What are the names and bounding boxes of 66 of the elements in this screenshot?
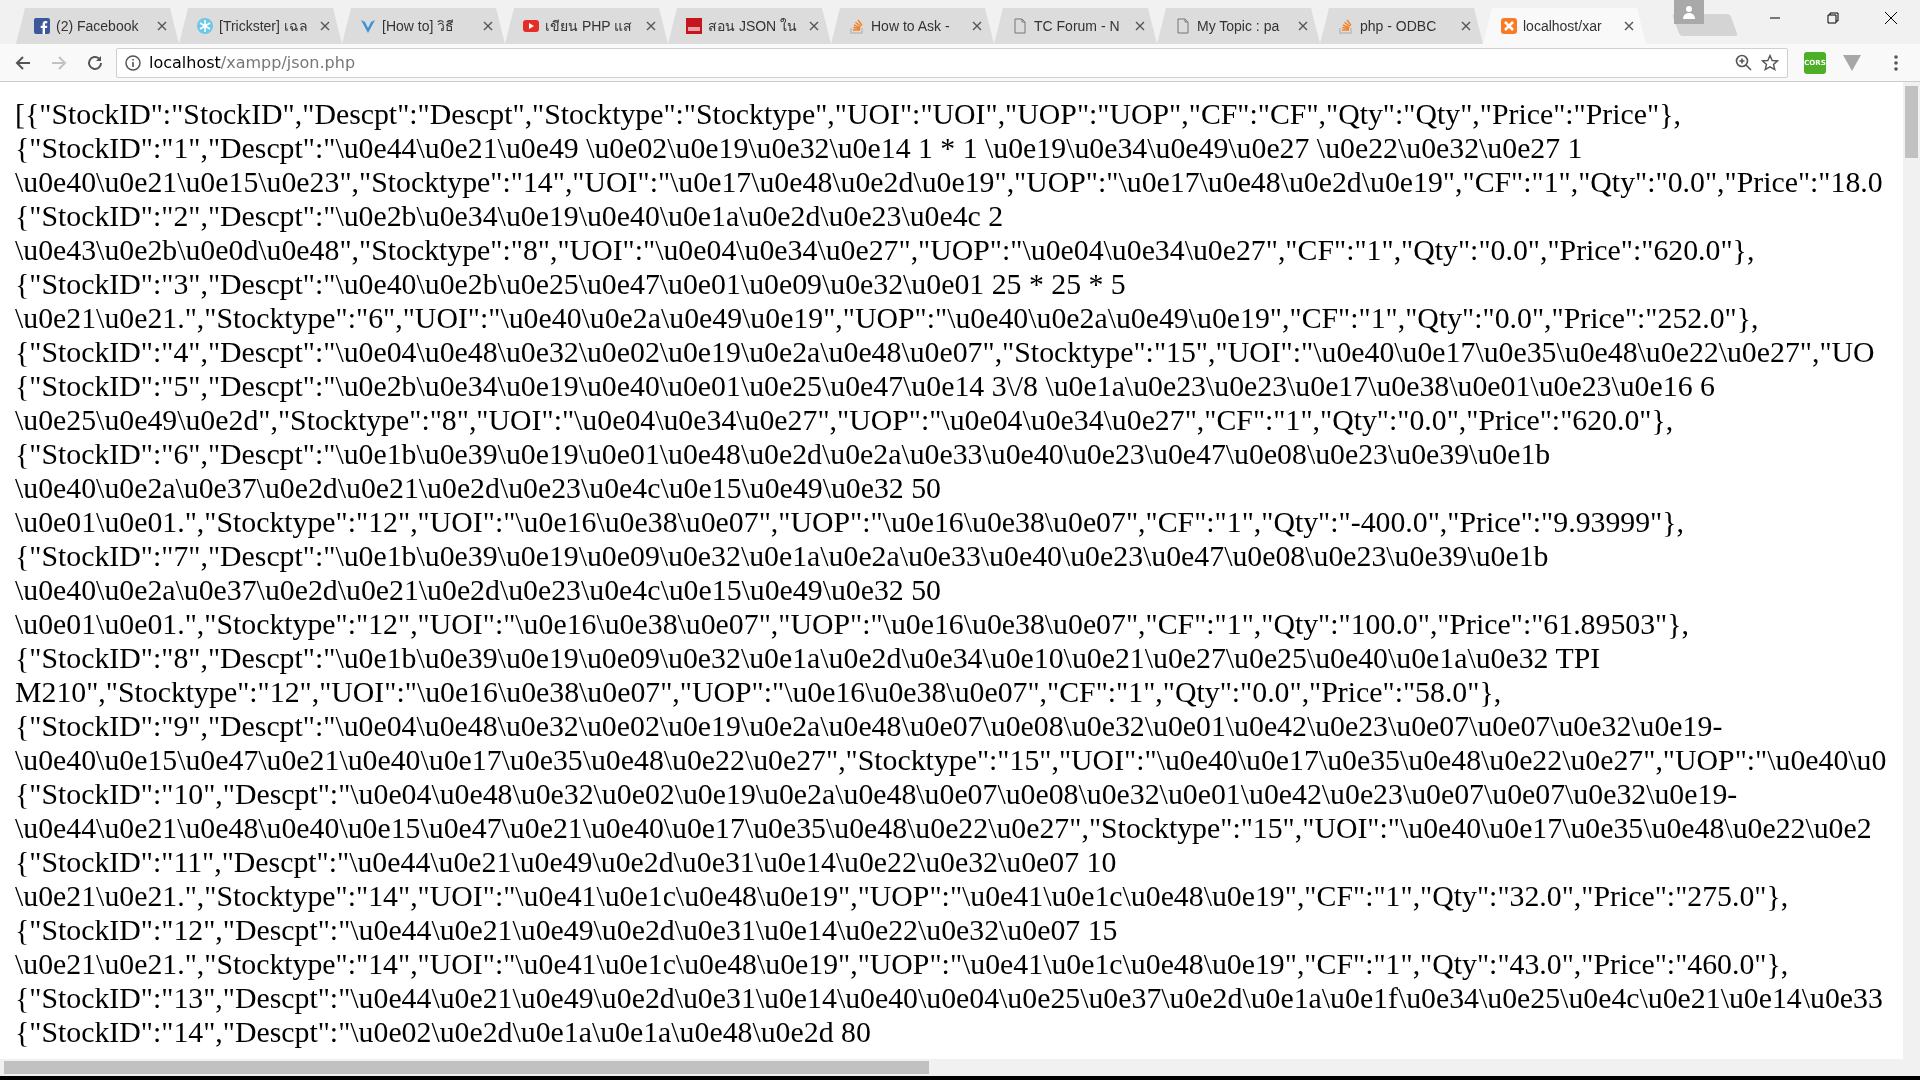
tab-title: localhost/xar [1523, 18, 1603, 34]
json-text-line: {"StockID":"5","Descpt":"\u0e2b\u0e34\u0e19\u0e40\u0e01\u0e25\u0e47\u0e14 3\/8 \u0e1a\u0e23\u0e23\u0e17\u0e38\u0e01\u0e23\u0e16 6 [15, 369, 1716, 403]
json-text-line: \u0e21\u0e21.","Stocktype":"14","UOI":"\u0e41\u0e1c\u0e48\u0e19","UOP":"\u0e41\u0e1c\u0e48\u0e19","CF":"1","Qty":"32.0","Price":"275.0"}, [15, 879, 1790, 913]
tab-title: สอน JSON ใน [708, 17, 799, 36]
json-text-line: \u0e44\u0e21\u0e48\u0e40\u0e15\u0e47\u0e21\u0e40\u0e17\u0e35\u0e48\u0e22\u0e27","Stocktype":"15","UOI":"\u0e40\u0e17\u0e35\u0e48\u0e22\u0e2 [15, 811, 1873, 845]
info-icon[interactable] [125, 54, 141, 71]
stack-icon [1338, 18, 1354, 34]
json-text-line: \u0e40\u0e21\u0e15\u0e23","Stocktype":"14","UOI":"\u0e17\u0e48\u0e2d\u0e19","UOP":"\u0e17\u0e48\u0e2d\u0e19","CF":"1","Qty":"0.0","Price":"18.0 [15, 165, 1884, 199]
browser-tab[interactable]: php - ODBC [1320, 8, 1483, 44]
json-text-line: [{"StockID":"StockID","Descpt":"Descpt","Stocktype":"Stocktype","UOI":"UOI","UOP":"UOP","CF":"CF","Qty":"Qty","Price":"Price"}, [15, 97, 1682, 131]
tab-title: TC Forum - N [1034, 18, 1121, 34]
json-text-line: \u0e40\u0e15\u0e47\u0e21\u0e40\u0e17\u0e35\u0e48\u0e22\u0e27","Stocktype":"15","UOI":"\u0e40\u0e17\u0e35\u0e48\u0e22\u0e27","UOP":"\u0e40\u0 [15, 743, 1888, 777]
browser-tab[interactable]: My Topic : pa [1157, 8, 1320, 44]
browser-tab[interactable]: [How to] วิธี [342, 8, 505, 44]
json-text-line: {"StockID":"10","Descpt":"\u0e04\u0e48\u0e32\u0e02\u0e19\u0e2a\u0e48\u0e07\u0e08\u0e32\u0e01\u0e42\u0e23\u0e07\u0e07\u0e32\u0e19- [15, 777, 1739, 811]
play-icon [523, 18, 539, 34]
json-text-line: M210","Stocktype":"12","UOI":"\u0e16\u0e38\u0e07","UOP":"\u0e16\u0e38\u0e07","CF":"1","Qty":"0.0","Price":"58.0"}, [15, 675, 1503, 709]
json-text-line: {"StockID":"3","Descpt":"\u0e40\u0e2b\u0e25\u0e47\u0e01\u0e09\u0e32\u0e01 25 * 25 * 5 [15, 267, 1127, 301]
json-text-line: \u0e01\u0e01.","Stocktype":"12","UOI":"\u0e16\u0e38\u0e07","UOP":"\u0e16\u0e38\u0e07","CF":"1","Qty":"-400.0","Price":"9.93999"}, [15, 505, 1686, 539]
browser-tab[interactable]: สอน JSON ใน [668, 8, 831, 44]
json-text-line: {"StockID":"1","Descpt":"\u0e44\u0e21\u0e49 \u0e02\u0e19\u0e32\u0e14 1 * 1 \u0e19\u0e34\u0e49\u0e27 \u0e22\u0e32\u0e27 1 [15, 131, 1584, 165]
tab-title: [Trickster] เฉล [219, 17, 309, 36]
json-text-line: {"StockID":"12","Descpt":"\u0e44\u0e21\u0e49\u0e2d\u0e31\u0e14\u0e22\u0e32\u0e07 15 [15, 913, 1119, 947]
snowflake-icon [197, 18, 213, 34]
browser-tab[interactable]: How to Ask - [831, 8, 994, 44]
facebook-icon [34, 18, 50, 34]
json-text-line: \u0e43\u0e2b\u0e0d\u0e48","Stocktype":"8","UOI":"\u0e04\u0e34\u0e27","UOP":"\u0e04\u0e34\u0e27","CF":"1","Qty":"0.0","Price":"620.0"}, [15, 233, 1756, 267]
json-text-line: \u0e21\u0e21.","Stocktype":"6","UOI":"\u0e40\u0e2a\u0e49\u0e19","UOP":"\u0e40\u0e2a\u0e49\u0e19","CF":"1","Qty":"0.0","Price":"252.0"}, [15, 301, 1760, 335]
square-logo-icon [686, 18, 702, 34]
json-text-line: \u0e25\u0e49\u0e2d","Stocktype":"8","UOI":"\u0e04\u0e34\u0e27","UOP":"\u0e04\u0e34\u0e27","CF":"1","Qty":"0.0","Price":"620.0"}, [15, 403, 1675, 437]
tab-title: My Topic : pa [1197, 18, 1281, 34]
json-text-line: \u0e40\u0e2a\u0e37\u0e2d\u0e21\u0e2d\u0e23\u0e4c\u0e15\u0e49\u0e32 50 [15, 573, 942, 607]
page-icon [1175, 18, 1191, 34]
back-arrow-icon[interactable] [14, 53, 32, 72]
json-text-line: {"StockID":"4","Descpt":"\u0e04\u0e48\u0e32\u0e02\u0e19\u0e2a\u0e48\u0e07","Stocktype":"15","UOI":"\u0e40\u0e17\u0e35\u0e48\u0e22\u0e27","UO [15, 335, 1876, 369]
json-text-line: {"StockID":"6","Descpt":"\u0e1b\u0e39\u0e19\u0e01\u0e48\u0e2d\u0e2a\u0e33\u0e40\u0e23\u0e47\u0e08\u0e23\u0e39\u0e1b [15, 437, 1552, 471]
tab-title: How to Ask - [871, 18, 951, 34]
browser-tab[interactable]: เขียน PHP แส [505, 8, 668, 44]
json-text-line: {"StockID":"11","Descpt":"\u0e44\u0e21\u0e49\u0e2d\u0e31\u0e14\u0e22\u0e32\u0e07 10 [15, 845, 1118, 879]
browser-tab[interactable]: (2) Facebook [16, 8, 179, 44]
browser-tab[interactable]: localhost/xar [1483, 8, 1646, 44]
reload-icon[interactable] [86, 53, 104, 72]
tab-title: [How to] วิธี [382, 17, 456, 36]
json-text-line: {"StockID":"7","Descpt":"\u0e1b\u0e39\u0e19\u0e09\u0e32\u0e1a\u0e2a\u0e33\u0e40\u0e23\u0e47\u0e08\u0e23\u0e39\u0e1b [15, 539, 1550, 573]
browser-tab[interactable]: [Trickster] เฉล [179, 8, 342, 44]
horizontal-scrollbar[interactable] [0, 1059, 1920, 1076]
json-text-line: {"StockID":"14","Descpt":"\u0e02\u0e2d\u0e1a\u0e1a\u0e48\u0e2d 80 [15, 1015, 872, 1049]
json-text-line: {"StockID":"9","Descpt":"\u0e04\u0e48\u0e32\u0e02\u0e19\u0e2a\u0e48\u0e07\u0e08\u0e32\u0e01\u0e42\u0e23\u0e07\u0e07\u0e32\u0e19- [15, 709, 1724, 743]
xampp-icon [1501, 18, 1517, 34]
browser-tab[interactable]: TC Forum - N [994, 8, 1157, 44]
json-text-line: {"StockID":"8","Descpt":"\u0e1b\u0e39\u0e19\u0e09\u0e32\u0e1a\u0e2d\u0e34\u0e10\u0e21\u0e27\u0e25\u0e40\u0e1a\u0e32 TPI [15, 641, 1602, 675]
json-text-line: \u0e01\u0e01.","Stocktype":"12","UOI":"\u0e16\u0e38\u0e07","UOP":"\u0e16\u0e38\u0e07","CF":"1","Qty":"100.0","Price":"61.89503"}, [15, 607, 1690, 641]
tab-title: (2) Facebook [56, 18, 140, 34]
tab-title: php - ODBC [1360, 18, 1438, 34]
address-bar[interactable]: localhost/xampp/json.php [116, 47, 1788, 78]
stack-icon [849, 18, 865, 34]
tab-title: เขียน PHP แส [545, 17, 634, 36]
json-text-line: \u0e40\u0e2a\u0e37\u0e2d\u0e21\u0e2d\u0e23\u0e4c\u0e15\u0e49\u0e32 50 [15, 471, 942, 505]
json-text-line: {"StockID":"13","Descpt":"\u0e44\u0e21\u0e49\u0e2d\u0e31\u0e14\u0e40\u0e04\u0e25\u0e37\u0e2d\u0e1a\u0e1f\u0e34\u0e25\u0e4c\u0e21\u0e14\u0e33 [15, 981, 1884, 1015]
vertical-scrollbar[interactable] [1903, 82, 1920, 1059]
page-icon [1012, 18, 1028, 34]
page-url: localhost/xampp/json.php [149, 53, 356, 72]
zoom-in-icon[interactable] [1735, 53, 1753, 72]
json-text-line: {"StockID":"2","Descpt":"\u0e2b\u0e34\u0e19\u0e40\u0e1a\u0e2d\u0e23\u0e4c 2 [15, 199, 1005, 233]
json-text-line: \u0e21\u0e21.","Stocktype":"14","UOI":"\u0e41\u0e1c\u0e48\u0e19","UOP":"\u0e41\u0e1c\u0e48\u0e19","CF":"1","Qty":"43.0","Price":"460.0"}, [15, 947, 1790, 981]
star-icon[interactable] [1761, 53, 1779, 72]
